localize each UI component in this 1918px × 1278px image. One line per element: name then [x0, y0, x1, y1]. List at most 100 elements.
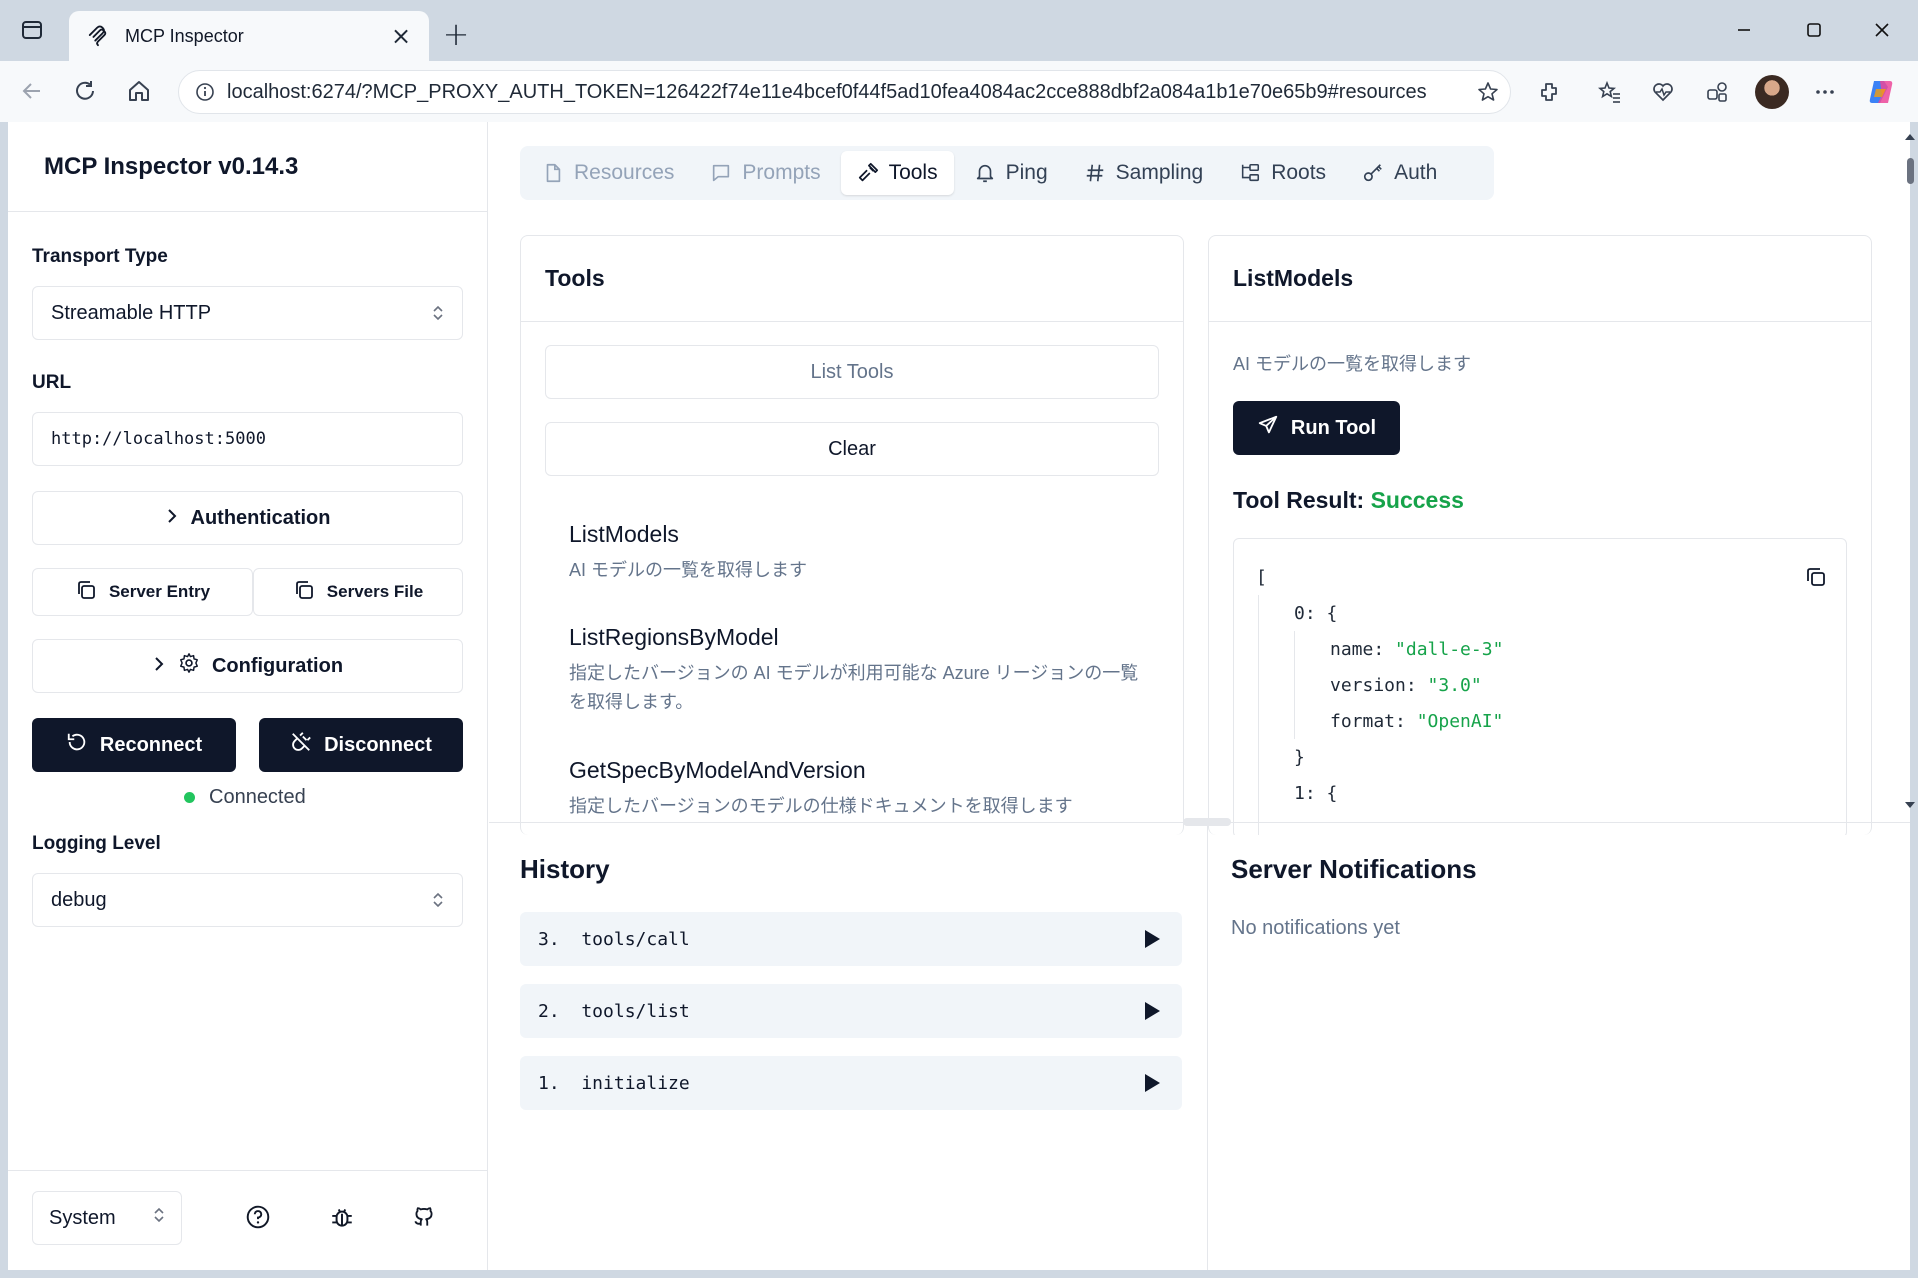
app-title: MCP Inspector v0.14.3	[44, 152, 299, 180]
run-tool-label: Run Tool	[1290, 416, 1377, 439]
sidebar-footer: System	[8, 1170, 488, 1270]
help-circle-icon[interactable]	[240, 1199, 276, 1235]
theme-select[interactable]: System	[32, 1191, 182, 1245]
run-tool-button[interactable]: Run Tool	[1233, 401, 1400, 455]
browser-toolbar: localhost:6274/?MCP_PROXY_AUTH_TOKEN=126…	[0, 61, 1918, 122]
history-item[interactable]: 2. tools/list	[520, 984, 1182, 1038]
close-window-icon[interactable]	[1858, 10, 1906, 50]
disconnect-label: Disconnect	[324, 733, 432, 756]
json-format-line: format: "OpenAI"	[1330, 711, 1504, 732]
chevron-up-down-icon	[432, 891, 444, 909]
logging-level-value: debug	[51, 888, 107, 911]
copy-icon[interactable]	[1804, 565, 1828, 593]
json-close-brace: }	[1294, 747, 1305, 768]
configuration-label: Configuration	[211, 654, 344, 677]
url-input-value: http://localhost:5000	[51, 429, 266, 449]
tab-ping[interactable]: Ping	[958, 151, 1064, 195]
tool-description: 指定したバージョンのモデルの仕様ドキュメントを取得します	[569, 796, 1073, 816]
servers-file-label: Servers File	[326, 582, 424, 601]
app-root: MCP Inspector v0.14.3 Transport Type Str…	[8, 122, 1915, 1270]
file-icon	[542, 162, 564, 184]
disconnect-button[interactable]: Disconnect	[259, 718, 463, 772]
github-icon[interactable]	[406, 1199, 442, 1235]
history-item[interactable]: 3. tools/call	[520, 912, 1182, 966]
extensions-icon[interactable]	[1530, 73, 1568, 111]
url-text: localhost:6274/?MCP_PROXY_AUTH_TOKEN=126…	[227, 80, 1427, 103]
reconnect-button[interactable]: Reconnect	[32, 718, 236, 772]
address-bar[interactable]: localhost:6274/?MCP_PROXY_AUTH_TOKEN=126…	[178, 70, 1511, 114]
tool-name: ListRegionsByModel	[569, 624, 779, 650]
copilot-icon[interactable]	[1862, 73, 1900, 111]
new-tab-icon[interactable]: +	[436, 14, 476, 54]
health-icon[interactable]	[1644, 73, 1682, 111]
play-icon	[1145, 930, 1160, 948]
notifications-empty-text: No notifications yet	[1231, 917, 1400, 939]
logging-level-select[interactable]: debug	[32, 873, 463, 927]
sidebar: MCP Inspector v0.14.3 Transport Type Str…	[8, 122, 488, 1270]
list-tools-button[interactable]: List Tools	[545, 345, 1159, 399]
bug-icon[interactable]	[324, 1199, 360, 1235]
chevron-right-icon	[165, 507, 179, 530]
tab-label: Roots	[1271, 161, 1327, 184]
tab-label: Auth	[1394, 161, 1438, 184]
home-icon[interactable]	[119, 71, 159, 111]
profile-avatar[interactable]	[1755, 75, 1789, 109]
tool-item-listregionsbymodel[interactable]: ListRegionsByModel 指定したバージョンの AI モデルが利用可…	[569, 624, 1149, 717]
authentication-button[interactable]: Authentication	[32, 491, 463, 545]
history-item[interactable]: 1. initialize	[520, 1056, 1182, 1110]
chevron-up-down-icon	[432, 304, 444, 322]
tab-prompts: Prompts	[694, 151, 836, 195]
configuration-button[interactable]: Configuration	[32, 639, 463, 693]
json-name-line: name: "dall-e-3"	[1330, 639, 1504, 660]
gear-icon	[178, 652, 200, 680]
sidebar-toggle-icon[interactable]	[8, 10, 56, 50]
tab-auth[interactable]: Auth	[1346, 151, 1453, 195]
authentication-label: Authentication	[190, 506, 331, 529]
play-icon	[1145, 1002, 1160, 1020]
clear-button[interactable]: Clear	[545, 422, 1159, 476]
server-entry-button[interactable]: Server Entry	[32, 568, 253, 616]
back-icon[interactable]	[12, 71, 52, 111]
tool-detail-description: AI モデルの一覧を取得します	[1233, 354, 1472, 374]
tab-label: Tools	[888, 161, 938, 184]
favorites-icon[interactable]	[1591, 73, 1629, 111]
theme-value: System	[49, 1206, 116, 1229]
more-options-icon[interactable]	[1806, 73, 1844, 111]
close-tab-icon[interactable]: ×	[387, 22, 415, 50]
tool-item-getspecbymodelandversion[interactable]: GetSpecByModelAndVersion 指定したバージョンのモデルの仕…	[569, 757, 1149, 821]
tab-tools[interactable]: Tools	[840, 151, 954, 195]
favorite-star-icon[interactable]	[1466, 80, 1510, 104]
copy-icon	[293, 579, 315, 606]
tool-item-listmodels[interactable]: ListModels AI モデルの一覧を取得します	[569, 521, 1149, 585]
history-title: History	[520, 854, 610, 884]
tab-title: MCP Inspector	[125, 25, 244, 46]
status-text: Connected	[209, 786, 306, 808]
main-scrollbar[interactable]	[1902, 122, 1918, 822]
transport-type-select[interactable]: Streamable HTTP	[32, 286, 463, 340]
tool-detail-card: ListModels AI モデルの一覧を取得します Run Tool Tool…	[1208, 235, 1872, 835]
connection-status: Connected	[184, 786, 306, 809]
reconnect-label: Reconnect	[99, 733, 203, 756]
folder-tree-icon	[1239, 162, 1261, 184]
server-entry-label: Server Entry	[108, 582, 211, 601]
status-dot	[184, 792, 195, 803]
tab-sampling[interactable]: Sampling	[1068, 151, 1220, 195]
key-icon	[1362, 162, 1384, 184]
tab-label: Sampling	[1115, 161, 1204, 184]
collections-icon[interactable]	[1698, 73, 1736, 111]
hammer-icon	[857, 162, 879, 184]
servers-file-button[interactable]: Servers File	[253, 568, 463, 616]
tab-label: Prompts	[742, 161, 821, 184]
clear-label: Clear	[828, 437, 876, 460]
url-input[interactable]: http://localhost:5000	[32, 412, 463, 466]
minimize-icon[interactable]	[1720, 10, 1768, 50]
maximize-icon[interactable]	[1790, 10, 1838, 50]
browser-tab[interactable]: MCP Inspector ×	[69, 11, 429, 61]
tab-resources: Resources	[526, 151, 690, 195]
json-open-bracket: [	[1256, 567, 1267, 588]
tool-description: AI モデルの一覧を取得します	[569, 560, 808, 580]
site-info-icon[interactable]	[183, 82, 227, 102]
refresh-icon[interactable]	[65, 71, 105, 111]
tab-roots[interactable]: Roots	[1223, 151, 1342, 195]
json-item-1: 1: {	[1294, 783, 1338, 804]
